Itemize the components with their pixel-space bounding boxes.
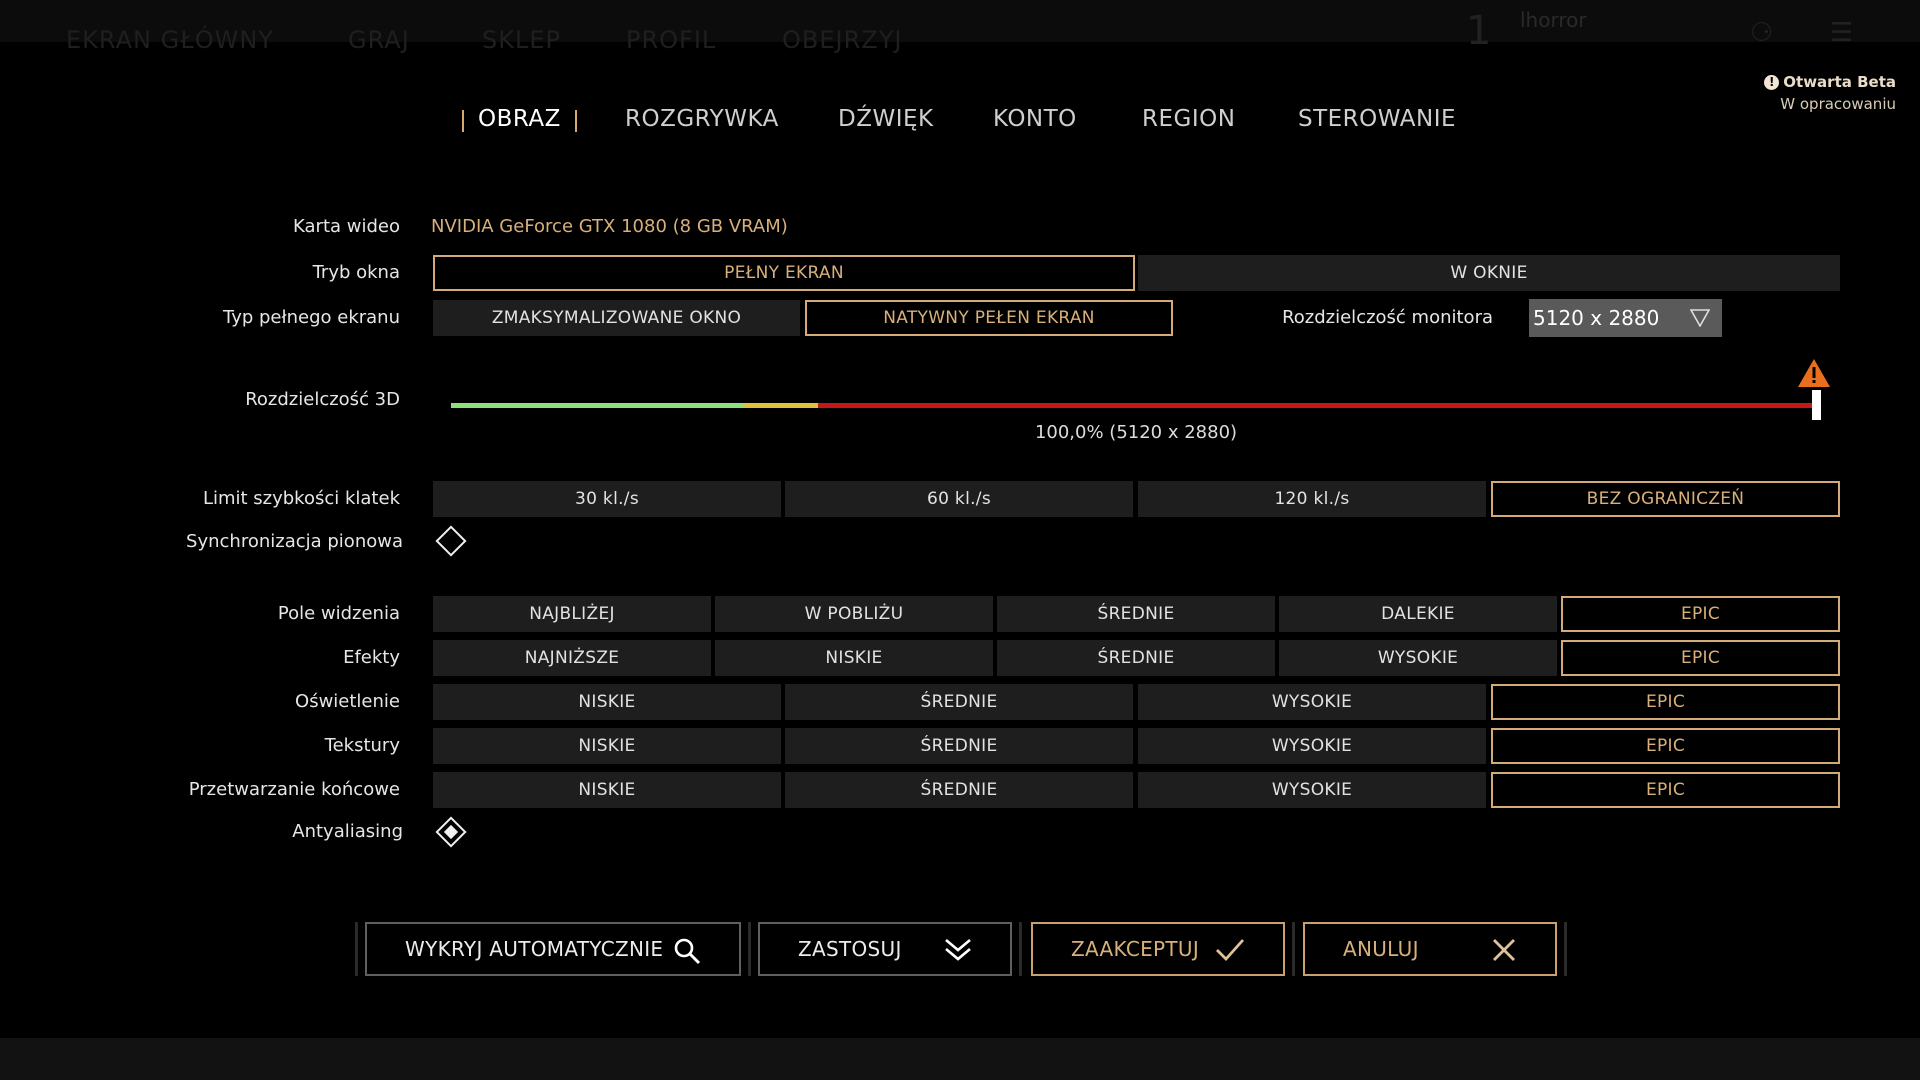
background-top-nav: EKRAN GŁÓWNY GRAJ SKLEP PROFIL OBEJRZYJ …	[0, 0, 1920, 54]
bg-nav-play: GRAJ	[348, 26, 410, 54]
auto-detect-button[interactable]: WYKRYJ AUTOMATYCZNIE	[365, 922, 741, 976]
render-scale-yellow-zone	[743, 403, 818, 408]
frame-limit-60[interactable]: 60 kl./s	[785, 481, 1133, 517]
bg-nav-home: EKRAN GŁÓWNY	[66, 26, 274, 54]
antialiasing-label: Antyaliasing	[292, 821, 403, 842]
view-distance-medium[interactable]: ŚREDNIE	[997, 596, 1275, 632]
tab-sterowanie[interactable]: STEROWANIE	[1298, 106, 1456, 132]
window-mode-fullscreen[interactable]: PEŁNY EKRAN	[433, 255, 1135, 291]
accept-label: ZAAKCEPTUJ	[1071, 937, 1200, 961]
vsync-checkbox[interactable]	[435, 525, 467, 557]
lighting-medium[interactable]: ŚREDNIE	[785, 684, 1133, 720]
apply-button[interactable]: ZASTOSUJ	[758, 922, 1012, 976]
lighting-high[interactable]: WYSOKIE	[1138, 684, 1486, 720]
menu-list-icon: ☰	[1830, 18, 1854, 48]
textures-low[interactable]: NISKIE	[433, 728, 781, 764]
post-processing-medium[interactable]: ŚREDNIE	[785, 772, 1133, 808]
effects-label: Efekty	[343, 647, 400, 668]
checkmark-icon	[1216, 939, 1245, 962]
lighting-low[interactable]: NISKIE	[433, 684, 781, 720]
double-chevron-down-icon	[945, 939, 971, 961]
render-scale-handle[interactable]	[1812, 390, 1821, 420]
bg-profile-number: 1	[1466, 8, 1492, 54]
effects-epic[interactable]: EPIC	[1561, 640, 1840, 676]
antialiasing-checkbox[interactable]	[435, 816, 467, 848]
action-bar-divider-left	[355, 922, 358, 976]
frame-limit-30[interactable]: 30 kl./s	[433, 481, 781, 517]
apply-label: ZASTOSUJ	[798, 937, 902, 961]
effects-high[interactable]: WYSOKIE	[1279, 640, 1557, 676]
window-mode-label: Tryb okna	[312, 262, 400, 283]
lighting-label: Oświetlenie	[295, 691, 400, 712]
auto-detect-label: WYKRYJ AUTOMATYCZNIE	[405, 937, 664, 961]
view-distance-label: Pole widzenia	[277, 603, 400, 624]
fullscreen-type-label: Typ pełnego ekranu	[223, 307, 400, 328]
render-scale-green-zone	[451, 403, 743, 408]
post-processing-low[interactable]: NISKIE	[433, 772, 781, 808]
view-distance-far[interactable]: DALEKIE	[1279, 596, 1557, 632]
textures-high[interactable]: WYSOKIE	[1138, 728, 1486, 764]
settings-tabs: OBRAZ ROZGRYWKA DŹWIĘK KONTO REGION STER…	[0, 106, 1920, 140]
chevron-down-icon	[1690, 309, 1710, 327]
monitor-resolution-select[interactable]: 5120 x 2880	[1529, 299, 1722, 337]
fullscreen-type-native[interactable]: NATYWNY PEŁEN EKRAN	[805, 300, 1173, 336]
accept-button[interactable]: ZAAKCEPTUJ	[1031, 922, 1285, 976]
tab-obraz[interactable]: OBRAZ	[462, 106, 577, 132]
lighting-epic[interactable]: EPIC	[1491, 684, 1840, 720]
frame-limit-label: Limit szybkości klatek	[202, 488, 400, 509]
view-distance-epic[interactable]: EPIC	[1561, 596, 1840, 632]
tab-konto[interactable]: KONTO	[993, 106, 1077, 132]
friends-icon: ⚆	[1750, 18, 1774, 48]
video-card-label: Karta wideo	[293, 216, 400, 237]
background-footer	[0, 1038, 1920, 1080]
post-processing-high[interactable]: WYSOKIE	[1138, 772, 1486, 808]
action-bar-divider-right	[1564, 922, 1567, 976]
monitor-resolution-label: Rozdzielczość monitora	[1282, 307, 1493, 328]
beta-title: Otwarta Beta	[1783, 73, 1896, 91]
view-distance-nearest[interactable]: NAJBLIŻEJ	[433, 596, 711, 632]
info-icon: !	[1764, 74, 1780, 90]
tab-region[interactable]: REGION	[1142, 106, 1235, 132]
frame-limit-120[interactable]: 120 kl./s	[1138, 481, 1486, 517]
textures-label: Tekstury	[324, 735, 400, 756]
bg-nav-shop: SKLEP	[482, 26, 561, 54]
tab-dzwiek[interactable]: DŹWIĘK	[838, 106, 934, 132]
video-card-value: NVIDIA GeForce GTX 1080 (8 GB VRAM)	[431, 216, 788, 237]
textures-epic[interactable]: EPIC	[1491, 728, 1840, 764]
monitor-resolution-value: 5120 x 2880	[1533, 306, 1660, 330]
fullscreen-type-maximized[interactable]: ZMAKSYMALIZOWANE OKNO	[433, 300, 800, 336]
action-bar-divider-3	[1292, 922, 1295, 976]
effects-medium[interactable]: ŚREDNIE	[997, 640, 1275, 676]
tab-rozgrywka[interactable]: ROZGRYWKA	[625, 106, 779, 132]
action-bar-divider-2	[1019, 922, 1022, 976]
bg-nav-profile: PROFIL	[626, 26, 717, 54]
action-bar-divider-1	[748, 922, 751, 976]
bg-profile-name: lhorror	[1520, 8, 1587, 32]
textures-medium[interactable]: ŚREDNIE	[785, 728, 1133, 764]
frame-limit-unlimited[interactable]: BEZ OGRANICZEŃ	[1491, 481, 1840, 517]
bg-nav-watch: OBEJRZYJ	[782, 26, 903, 54]
warning-icon	[1798, 359, 1830, 387]
render-scale-value: 100,0% (5120 x 2880)	[1034, 422, 1238, 443]
post-processing-epic[interactable]: EPIC	[1491, 772, 1840, 808]
post-processing-label: Przetwarzanie końcowe	[188, 779, 400, 800]
view-distance-near[interactable]: W POBLIŻU	[715, 596, 993, 632]
cancel-button[interactable]: ANULUJ	[1303, 922, 1557, 976]
cancel-label: ANULUJ	[1343, 937, 1419, 961]
vsync-label: Synchronizacja pionowa	[186, 531, 403, 552]
effects-low[interactable]: NISKIE	[715, 640, 993, 676]
close-icon	[1493, 939, 1515, 961]
search-icon	[674, 938, 701, 965]
effects-lowest[interactable]: NAJNIŻSZE	[433, 640, 711, 676]
render-scale-label: Rozdzielczość 3D	[245, 389, 400, 410]
window-mode-windowed[interactable]: W OKNIE	[1138, 255, 1840, 291]
